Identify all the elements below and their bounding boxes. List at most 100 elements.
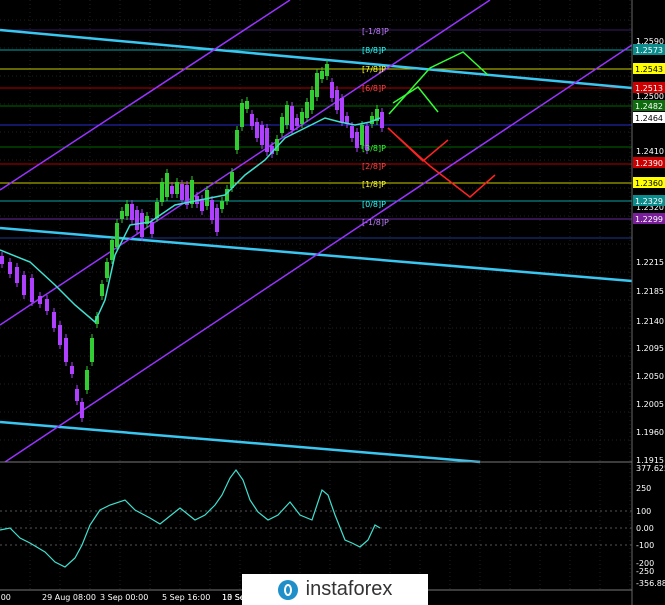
candle-body: [255, 122, 259, 138]
indicator-label: 100: [636, 507, 651, 516]
cci-indicator: [0, 468, 632, 568]
murrey-label: [3/8]P: [362, 144, 386, 153]
price-badge-text: 1.2360: [635, 179, 663, 188]
candle-body: [110, 240, 114, 260]
indicator-label: 250: [636, 484, 651, 493]
candle-body: [45, 299, 49, 311]
price-label: 1.2095: [636, 344, 664, 353]
candle-body: [240, 103, 244, 127]
candle-body: [215, 208, 219, 232]
bear-arrow-2: [387, 127, 496, 198]
candle-body: [250, 114, 254, 126]
candle-body: [90, 338, 94, 362]
candle-body: [290, 106, 294, 130]
candle-body: [265, 128, 269, 152]
bull-arrow-1: [388, 51, 489, 115]
murrey-label: [1/8]P: [362, 180, 386, 189]
candle-body: [305, 102, 309, 118]
candlesticks: [0, 60, 384, 422]
candle-body: [15, 267, 19, 283]
time-label: 5 Sep 16:00: [162, 593, 210, 602]
candle-body: [85, 370, 89, 390]
candle-body: [210, 200, 214, 220]
price-label: 1.2005: [636, 400, 664, 409]
candle-body: [105, 262, 109, 278]
price-badge-text: 1.2329: [635, 197, 663, 206]
murrey-label: [-1/8]P: [362, 218, 389, 227]
candle-body: [260, 125, 264, 145]
channel-line-2: [0, 0, 491, 326]
price-label: 1.2140: [636, 317, 664, 326]
candle-body: [22, 275, 26, 295]
indicator-label: -100: [636, 541, 654, 550]
indicator-label: -356.8834: [636, 579, 665, 588]
candle-body: [190, 180, 194, 204]
murrey-label: [-1/8]P: [362, 27, 389, 36]
instaforex-logo-icon: [277, 579, 298, 600]
candle-body: [52, 312, 56, 328]
price-chart[interactable]: 1.25901.25001.24101.23201.22151.21851.21…: [0, 0, 665, 605]
time-label: :00: [0, 593, 11, 602]
candle-body: [115, 223, 119, 247]
candle-body: [380, 112, 384, 128]
candle-body: [64, 338, 68, 362]
candle-body: [75, 389, 79, 401]
candle-body: [160, 182, 164, 202]
price-label: 1.2410: [636, 147, 664, 156]
candle-body: [125, 204, 129, 216]
murrey-label: [7/8]P: [362, 65, 386, 74]
price-badge-text: 1.2464: [635, 114, 663, 123]
candle-body: [170, 186, 174, 194]
moving-average: [0, 117, 381, 324]
price-label: 1.2215: [636, 258, 664, 267]
price-badge-text: 1.2543: [635, 65, 663, 74]
murrey-label: [0/8]P: [362, 200, 386, 209]
candle-body: [220, 201, 224, 209]
candle-body: [100, 284, 104, 296]
channel-line-3: [4, 44, 633, 463]
candle-body: [295, 118, 299, 126]
candle-body: [360, 125, 364, 145]
candle-body: [70, 366, 74, 374]
price-badge-text: 1.2482: [635, 102, 663, 111]
price-label: 1.2185: [636, 287, 664, 296]
cci-line: [0, 468, 381, 568]
candle-body: [355, 132, 359, 148]
candle-body: [315, 73, 319, 97]
candle-body: [175, 182, 179, 194]
price-badge-text: 1.2573: [635, 46, 663, 55]
murrey-label: [8/8]P: [362, 46, 386, 55]
murrey-levels: [0, 29, 632, 239]
price-badge-text: 1.2513: [635, 84, 663, 93]
candle-body: [285, 105, 289, 125]
candle-body: [8, 262, 12, 274]
candle-body: [280, 117, 284, 133]
candle-body: [140, 213, 144, 237]
price-badge-text: 1.2390: [635, 159, 663, 168]
candle-body: [180, 184, 184, 200]
instaforex-watermark: instaforex: [242, 574, 428, 605]
candle-body: [335, 90, 339, 110]
candle-body: [150, 222, 154, 234]
price-badge-text: 1.2299: [635, 215, 663, 224]
watermark-text: instaforex: [305, 578, 393, 600]
murrey-label: [2/8]P: [362, 162, 386, 171]
candle-body: [200, 199, 204, 211]
price-label: 1.1960: [636, 428, 664, 437]
candle-body: [165, 173, 169, 197]
price-label: 1.2050: [636, 372, 664, 381]
candle-body: [350, 126, 354, 138]
indicator-label: 0.00: [636, 524, 654, 533]
candle-body: [235, 130, 239, 150]
indicator-label: 377.6254: [636, 464, 665, 473]
time-label: 29 Aug 08:00: [42, 593, 96, 602]
time-label: 3 Sep 00:00: [100, 593, 148, 602]
candle-body: [325, 64, 329, 76]
indicator-label: -250: [636, 567, 654, 576]
murrey-label: [6/8]P: [362, 84, 386, 93]
candle-body: [310, 90, 314, 110]
candle-body: [0, 256, 4, 264]
candle-body: [58, 325, 62, 345]
candle-body: [38, 296, 42, 304]
candle-body: [245, 101, 249, 109]
